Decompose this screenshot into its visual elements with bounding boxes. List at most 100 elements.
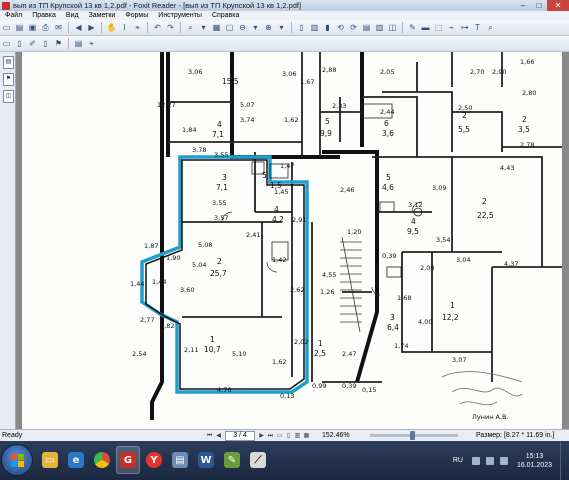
document2-icon[interactable]: ▯ (40, 38, 51, 49)
single-page-icon[interactable]: ▯ (296, 22, 307, 33)
open-icon[interactable]: ▭ (1, 22, 12, 33)
room-label: 25,7 (210, 269, 227, 278)
document-viewport[interactable]: Лунин А.В. 1 15,5 4 7,1 5 9,9 6 3,6 2 5,… (16, 52, 569, 429)
dimension-label: 3,60 (180, 286, 194, 294)
page-number-field[interactable]: 3 / 4 (225, 431, 255, 441)
hand-tool-icon[interactable]: ✋ (106, 22, 117, 33)
marker-icon[interactable]: ✐ (27, 38, 38, 49)
close-button[interactable]: ✕ (547, 0, 569, 11)
rotate-right-icon[interactable]: ⟳ (348, 22, 359, 33)
volume-icon[interactable] (499, 456, 508, 465)
find-icon[interactable]: ⌕ (485, 22, 496, 33)
dimension-label: 2,46 (340, 186, 354, 194)
last-page-icon[interactable]: ⏭ (266, 432, 275, 441)
menu-view[interactable]: Вид (61, 12, 84, 19)
language-indicator[interactable]: RU (453, 457, 463, 464)
tool-icon: ⟋ (250, 452, 266, 468)
layers-panel-icon[interactable]: ◫ (3, 90, 14, 103)
actual-size-icon[interactable]: ▢ (224, 22, 235, 33)
dimension-label: 2,62 (290, 286, 304, 294)
menu-tools[interactable]: Инструменты (153, 12, 207, 19)
highlight-icon[interactable]: ▬ (420, 22, 431, 33)
menu-edit[interactable]: Правка (27, 12, 61, 19)
zoom-out-icon[interactable]: ⊖ (237, 22, 248, 33)
comment-icon[interactable]: ✎ (407, 22, 418, 33)
start-button[interactable] (2, 445, 32, 475)
fit-width-icon[interactable]: ▭ (275, 432, 284, 441)
toolbar-secondary: ▭ ▯ ✐ ▯ ⚑ ▤ ⌖ (0, 36, 569, 52)
rotate-left-icon[interactable]: ⟲ (335, 22, 346, 33)
layers-icon[interactable]: ◫ (387, 22, 398, 33)
taskbar-chrome[interactable] (90, 446, 114, 474)
maximize-button[interactable]: □ (531, 0, 547, 11)
room-label: 15,5 (222, 77, 239, 86)
network-icon[interactable] (485, 456, 494, 465)
tray-arrow-icon[interactable] (471, 456, 480, 465)
taskbar-word[interactable]: W (194, 446, 218, 474)
thumbnails-icon[interactable]: ▤ (361, 22, 372, 33)
taskbar-yandex[interactable]: Y (142, 446, 166, 474)
dimension-label: 1,62 (284, 116, 298, 124)
save-icon[interactable]: ▣ (27, 22, 38, 33)
print-icon[interactable]: ⎙ (40, 22, 51, 33)
next-page-icon[interactable]: ▶ (257, 432, 266, 441)
bookmarks-icon[interactable]: ▥ (374, 22, 385, 33)
taskbar-ie[interactable]: e (64, 446, 88, 474)
continuous-status-icon[interactable]: ▥ (293, 432, 302, 441)
menu-forms[interactable]: Формы (120, 12, 153, 19)
taskbar-files[interactable]: ▤ (168, 446, 192, 474)
document-icon[interactable]: ▯ (14, 38, 25, 49)
dropdown-icon[interactable]: ▾ (198, 22, 209, 33)
fit-page-icon[interactable]: ▦ (211, 22, 222, 33)
menu-help[interactable]: Справка (207, 12, 244, 19)
facing-status-icon[interactable]: ▦ (302, 432, 311, 441)
room-label: 6,4 (387, 323, 399, 332)
status-ready: Ready (2, 432, 23, 439)
typewriter-icon[interactable]: T (472, 22, 483, 33)
zoom-icon[interactable]: ⌕ (185, 22, 196, 33)
minimize-button[interactable]: – (515, 0, 531, 11)
attach-icon[interactable]: ⌁ (446, 22, 457, 33)
open-folder-icon[interactable]: ▤ (14, 22, 25, 33)
taskbar-paint[interactable]: ✎ (220, 446, 244, 474)
taskbar-foxit[interactable]: G (116, 446, 140, 474)
zoom-in-icon[interactable]: ⊕ (263, 22, 274, 33)
menu-file[interactable]: Файл (0, 12, 27, 19)
folder-icon[interactable]: ▭ (1, 38, 12, 49)
foxit-app-icon (2, 1, 10, 10)
taskbar-tool[interactable]: ⟋ (246, 446, 270, 474)
note-icon[interactable]: ▤ (73, 38, 84, 49)
zoom-slider[interactable] (370, 431, 458, 440)
email-icon[interactable]: ✉ (53, 22, 64, 33)
link-icon[interactable]: ⊶ (459, 22, 470, 33)
facing-icon[interactable]: ▮ (322, 22, 333, 33)
select-text-icon[interactable]: I (119, 22, 130, 33)
redo-icon[interactable]: ↷ (165, 22, 176, 33)
undo-icon[interactable]: ↶ (152, 22, 163, 33)
zoom-dropdown-icon[interactable]: ▾ (250, 22, 261, 33)
first-page-icon[interactable]: ⏮ (205, 432, 214, 441)
fit-page-status-icon[interactable]: ▯ (284, 432, 293, 441)
zoom-in-dropdown-icon[interactable]: ▾ (276, 22, 287, 33)
snapshot-icon[interactable]: ⌖ (132, 22, 143, 33)
zoom-level[interactable]: 152.46% (322, 432, 350, 439)
paint-icon: ✎ (224, 452, 240, 468)
zoom-slider-handle[interactable] (410, 431, 415, 440)
pin-icon[interactable]: ⌖ (86, 38, 97, 49)
clock[interactable]: 15:13 16.01.2023 (517, 452, 552, 470)
dimension-label: 3,78 (192, 146, 206, 154)
bookmarks-panel-icon[interactable]: ⚑ (3, 73, 14, 86)
taskbar-explorer[interactable]: ▭ (38, 446, 62, 474)
show-desktop-button[interactable] (560, 441, 569, 480)
dimension-label: 1,74 (394, 342, 408, 350)
dimension-label: 3,06 (282, 70, 296, 78)
back-icon[interactable]: ◀ (73, 22, 84, 33)
continuous-icon[interactable]: ▥ (309, 22, 320, 33)
room-label: 2,5 (314, 349, 326, 358)
prev-page-icon[interactable]: ◀ (214, 432, 223, 441)
pages-panel-icon[interactable]: ▤ (3, 56, 14, 69)
forward-icon[interactable]: ▶ (86, 22, 97, 33)
bookmark-icon[interactable]: ⚑ (53, 38, 64, 49)
menu-comments[interactable]: Заметки (84, 12, 121, 19)
stamp-icon[interactable]: ⬚ (433, 22, 444, 33)
